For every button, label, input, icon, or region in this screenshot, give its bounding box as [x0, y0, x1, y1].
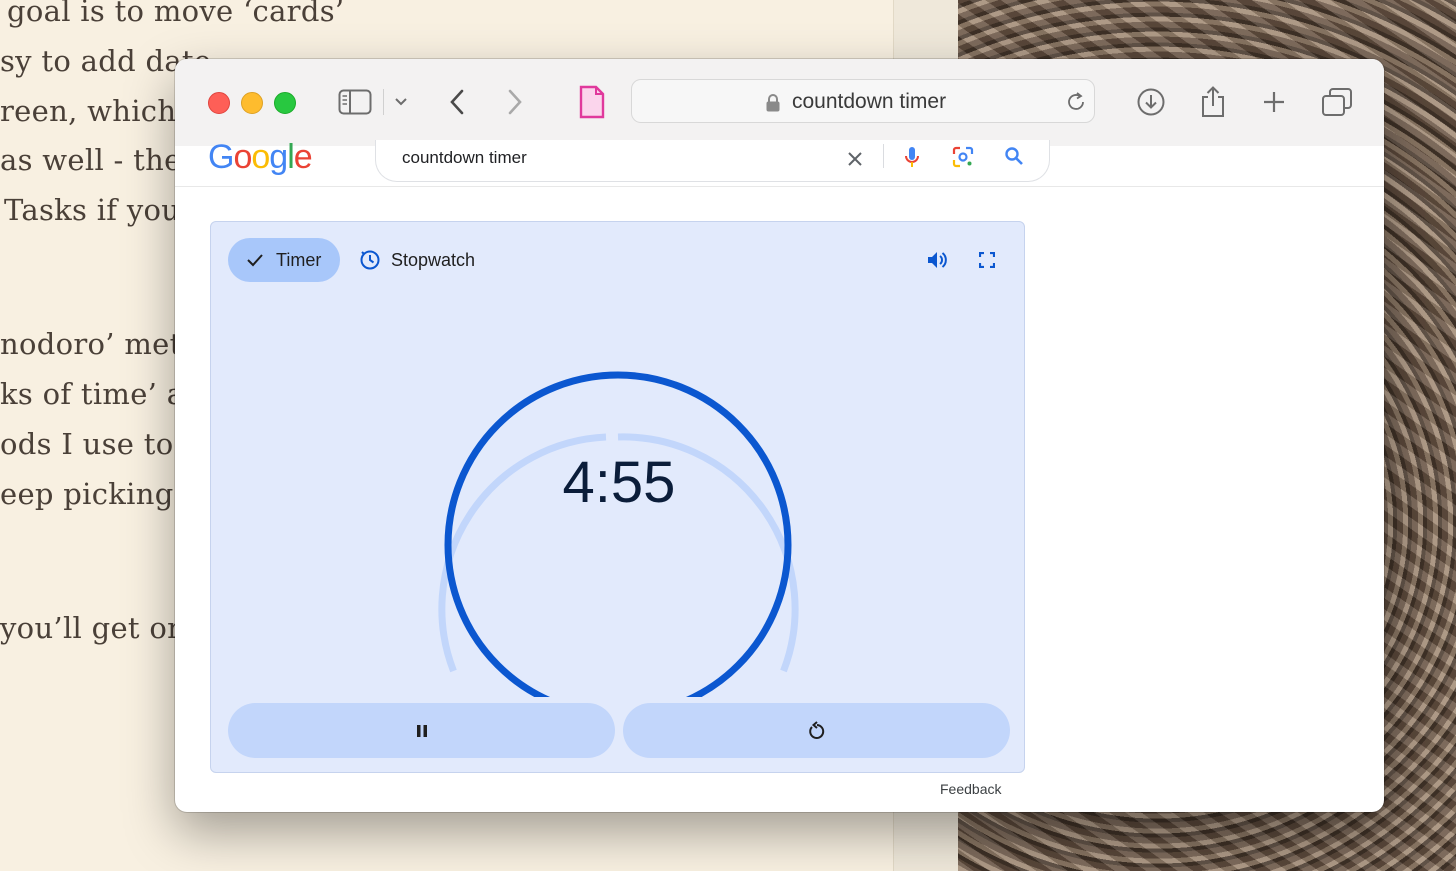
- download-icon[interactable]: [1135, 85, 1167, 119]
- book-line: as well - ther: [0, 143, 196, 177]
- chevron-down-icon[interactable]: [391, 85, 411, 119]
- logo-letter: e: [293, 138, 313, 176]
- pause-button[interactable]: [228, 703, 615, 758]
- lock-icon: [765, 93, 781, 118]
- book-line: Tasks if you: [4, 193, 181, 227]
- minimize-window-button[interactable]: [241, 92, 263, 114]
- book-line: you’ll get on: [0, 611, 187, 645]
- new-tab-icon[interactable]: [1260, 85, 1288, 119]
- book-line: goal is to move ‘cards’: [7, 0, 345, 28]
- logo-letter: o: [251, 138, 270, 176]
- back-icon[interactable]: [445, 85, 469, 119]
- search-box[interactable]: countdown timer: [375, 140, 1050, 182]
- microphone-icon[interactable]: [904, 146, 920, 175]
- forward-icon[interactable]: [503, 85, 527, 119]
- browser-toolbar: countdown timer: [175, 59, 1384, 147]
- sidebar-icon[interactable]: [337, 85, 373, 119]
- feedback-link[interactable]: Feedback: [940, 781, 1001, 797]
- book-line: ks of time’ an: [0, 377, 204, 411]
- reset-icon: [808, 720, 824, 739]
- search-input[interactable]: countdown timer: [402, 148, 527, 168]
- tab-stopwatch[interactable]: Stopwatch: [359, 238, 499, 282]
- tabs-overview-icon[interactable]: [1320, 85, 1354, 119]
- tab-timer-label: Timer: [276, 250, 322, 270]
- pause-icon: [416, 724, 427, 737]
- google-header: Google countdown timer: [175, 138, 1384, 187]
- stopwatch-icon: [359, 249, 381, 276]
- reload-icon[interactable]: [1064, 90, 1088, 119]
- timer-progress-arc: [444, 371, 792, 697]
- tab-page-icon[interactable]: [577, 85, 607, 119]
- toolbar-divider: [383, 89, 384, 115]
- browser-window: countdown timer Google countdown timer T…: [175, 59, 1384, 812]
- reset-button[interactable]: [623, 703, 1010, 758]
- zoom-window-button[interactable]: [274, 92, 296, 114]
- volume-icon[interactable]: [926, 250, 948, 275]
- fullscreen-icon[interactable]: [978, 251, 996, 273]
- search-icon[interactable]: [1004, 146, 1024, 171]
- google-logo[interactable]: Google: [208, 138, 313, 177]
- timer-display[interactable]: 4:55: [544, 449, 694, 516]
- clear-search-icon[interactable]: [846, 150, 864, 173]
- address-text: countdown timer: [792, 90, 947, 113]
- logo-letter: g: [269, 138, 288, 176]
- book-line: eep picking: [0, 477, 174, 511]
- book-line: reen, which i: [0, 94, 196, 128]
- book-line: ods I use to d: [0, 427, 202, 461]
- logo-letter: o: [233, 138, 252, 176]
- lens-icon[interactable]: [952, 146, 974, 173]
- book-line: nodoro’ meth: [0, 327, 201, 361]
- timer-widget: Timer Stopwatch 4:55: [210, 221, 1025, 773]
- tab-stopwatch-label: Stopwatch: [391, 250, 476, 270]
- check-icon: [246, 252, 264, 273]
- address-bar[interactable]: countdown timer: [631, 79, 1095, 123]
- search-divider: [883, 144, 884, 168]
- tab-timer[interactable]: Timer: [228, 238, 340, 282]
- close-window-button[interactable]: [208, 92, 230, 114]
- share-icon[interactable]: [1198, 85, 1228, 119]
- logo-letter: G: [208, 138, 234, 176]
